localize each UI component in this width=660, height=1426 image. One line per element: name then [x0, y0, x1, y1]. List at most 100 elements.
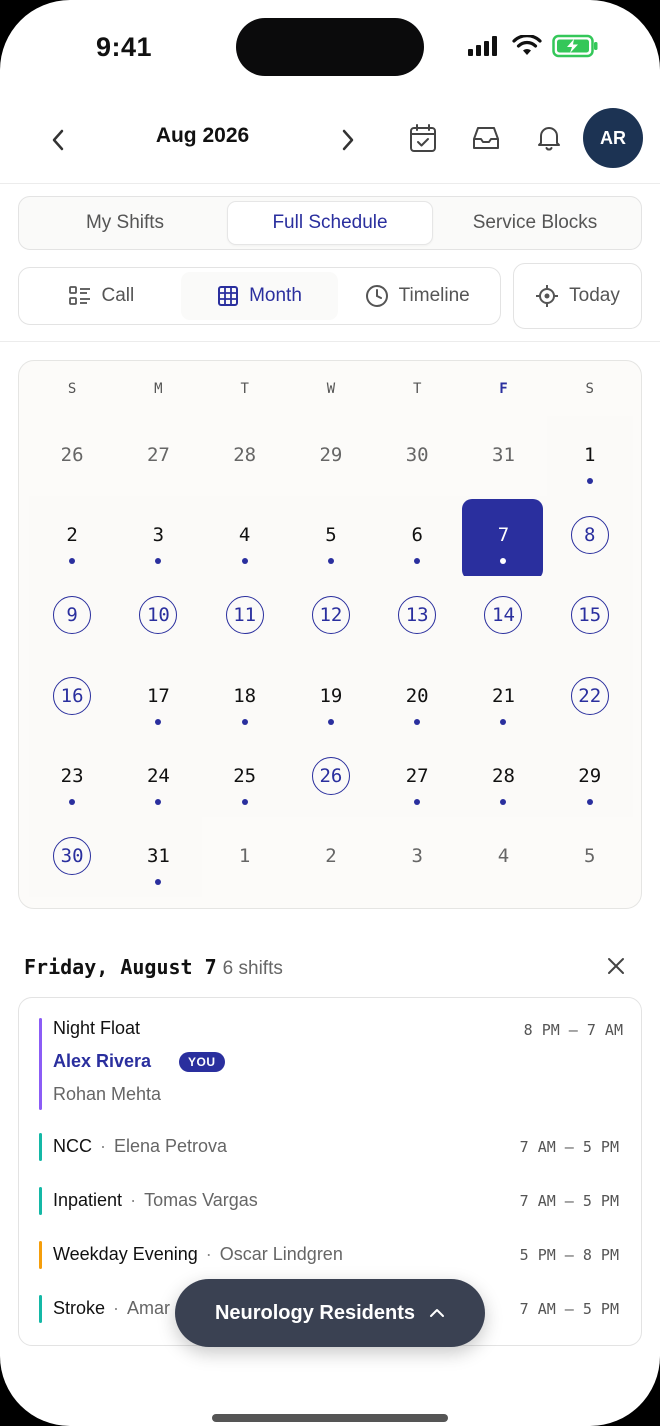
group-selector-label: Neurology Residents [214, 1301, 416, 1324]
calendar-day[interactable]: 14 [460, 576, 547, 657]
day-number: 26 [60, 444, 84, 466]
signal-icon [468, 36, 497, 56]
calendar-day[interactable]: 15 [546, 576, 633, 657]
tab-call[interactable]: Call [23, 272, 181, 320]
calendar-day[interactable]: 16 [29, 656, 116, 737]
avatar[interactable]: AR [583, 108, 643, 168]
tab-full-schedule[interactable]: Full Schedule [227, 201, 433, 245]
tab-service-blocks[interactable]: Service Blocks [433, 201, 637, 245]
calendar-day[interactable]: 28 [202, 416, 288, 496]
day-number: 4 [497, 844, 510, 867]
calendar-day[interactable]: 26 [29, 416, 115, 496]
calendar-day[interactable]: 4 [460, 817, 546, 897]
calendar-day-selected[interactable]: 7 [460, 496, 547, 581]
day-number: 26 [311, 756, 350, 795]
calendar-day[interactable]: 1 [546, 416, 633, 497]
calendar-week: 2 3 4 5 6 78 [29, 496, 633, 581]
next-month-button[interactable] [328, 120, 368, 160]
shift-indicator-dot [500, 798, 507, 805]
prev-month-button[interactable] [38, 120, 78, 160]
calendar-day[interactable]: 24 [115, 736, 202, 817]
calendar-day[interactable]: 5 [287, 496, 375, 577]
day-number: 1 [583, 444, 596, 466]
shift-indicator-dot [586, 798, 593, 805]
day-number: 30 [53, 836, 92, 875]
day-number: 16 [53, 676, 92, 715]
tab-timeline-label: Timeline [398, 285, 470, 306]
calendar-day[interactable]: 21 [460, 656, 547, 737]
calendar-check-button[interactable] [403, 118, 443, 158]
notifications-button[interactable] [529, 118, 569, 158]
day-number: 28 [233, 444, 257, 466]
calendar-day[interactable]: 6 [374, 496, 461, 577]
calendar-day[interactable]: 9 [29, 576, 116, 657]
calendar-day[interactable]: 2 [29, 496, 116, 577]
calendar-day[interactable]: 22 [546, 656, 633, 737]
schedule-tabs: My Shifts Full Schedule Service Blocks [18, 196, 642, 250]
tab-month[interactable]: Month [180, 272, 339, 320]
calendar-day[interactable]: 30 [374, 416, 460, 496]
shift-item[interactable]: Inpatient · Tomas Vargas 7 AM — 5 PM [39, 1187, 623, 1215]
day-number: 29 [319, 444, 343, 466]
day-number: 3 [411, 844, 423, 867]
calendar-day[interactable]: 4 [201, 496, 288, 577]
shift-indicator-dot [241, 558, 248, 565]
calendar-day[interactable]: 11 [201, 576, 288, 657]
day-number: 20 [405, 684, 429, 707]
calendar-day[interactable]: 10 [115, 576, 202, 657]
day-number: 17 [146, 684, 170, 707]
shift-indicator-dot [327, 558, 334, 565]
calendar-day[interactable]: 23 [29, 736, 116, 817]
close-day-button[interactable] [602, 952, 630, 980]
calendar-day[interactable]: 18 [201, 656, 288, 737]
calendar-day[interactable]: 17 [115, 656, 202, 737]
calendar-day[interactable]: 28 [460, 736, 547, 817]
calendar-day[interactable]: 29 [546, 736, 633, 817]
calendar-day[interactable]: 27 [374, 736, 461, 817]
day-number: 13 [398, 596, 437, 635]
shift-indicator-dot [155, 878, 162, 885]
shift-item[interactable]: Weekday Evening · Oscar Lindgren 5 PM — 8 … [39, 1241, 623, 1269]
calendar-day[interactable]: 25 [201, 736, 288, 817]
day-number: 1 [238, 844, 251, 867]
calendar-day[interactable]: 20 [374, 656, 461, 737]
shift-indicator-dot [69, 798, 76, 805]
calendar-day[interactable]: 12 [287, 576, 375, 657]
weekday-label: S [67, 381, 77, 397]
clock-icon [365, 285, 388, 307]
chevron-left-icon [52, 129, 64, 151]
status-icons [466, 34, 600, 58]
group-selector-button[interactable]: Neurology Residents [175, 1279, 485, 1347]
calendar-day[interactable]: 31 [460, 416, 546, 496]
calendar-day[interactable]: 19 [287, 656, 375, 737]
calendar-day[interactable]: 8 [546, 496, 633, 577]
calendar-day[interactable]: 27 [115, 416, 201, 496]
calendar-day[interactable]: 2 [288, 817, 374, 897]
calendar-day[interactable]: 26 [287, 736, 375, 817]
home-indicator [212, 1414, 448, 1422]
calendar-day[interactable]: 1 [202, 817, 288, 897]
tab-my-shifts[interactable]: My Shifts [23, 201, 227, 245]
selected-day-title: Friday, August 7 [24, 955, 217, 979]
calendar-day[interactable]: 30 [29, 816, 116, 898]
day-number: 19 [319, 684, 343, 707]
calendar-day[interactable]: 3 [115, 496, 202, 577]
calendar-day[interactable]: 5 [547, 817, 633, 897]
tab-timeline[interactable]: Timeline [338, 272, 496, 320]
grid-icon [218, 286, 239, 306]
calendar-day[interactable]: 3 [374, 817, 460, 897]
shift-indicator-dot [327, 718, 334, 725]
today-button[interactable]: Today [513, 263, 642, 329]
day-number: 10 [139, 596, 178, 635]
shift-indicator-dot [155, 558, 162, 565]
shift-indicator-dot [414, 718, 421, 725]
shift-indicator-dot [155, 718, 162, 725]
inbox-button[interactable] [466, 118, 506, 158]
shift-item-primary[interactable]: Night Float 8 PM — 7 AM Alex Rivera YOU … [39, 1018, 623, 1110]
shift-item[interactable]: NCC · Elena Petrova 7 AM — 5 PM [39, 1133, 623, 1161]
calendar-day[interactable]: 31 [115, 816, 202, 898]
shift-person: Tomas Vargas [144, 1190, 258, 1210]
calendar-day[interactable]: 13 [374, 576, 461, 657]
calendar-day[interactable]: 29 [288, 416, 374, 496]
weekday-label: S [585, 381, 594, 397]
